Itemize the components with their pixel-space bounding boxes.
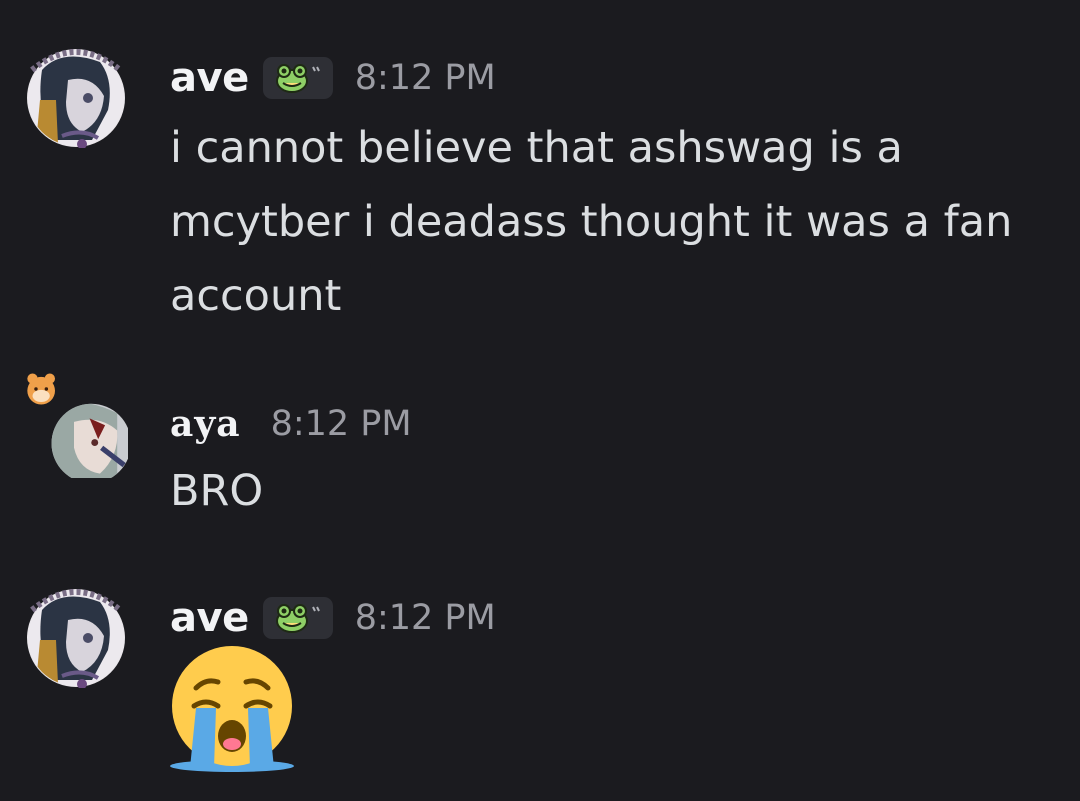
username[interactable]: ave bbox=[170, 55, 249, 101]
message-group: ave 8:12 PM i cannot believe that ashswa… bbox=[0, 0, 1080, 340]
avatar-ave[interactable] bbox=[22, 580, 130, 688]
message-group: aya 8:12 PM BRO bbox=[0, 340, 1080, 540]
frog-badge[interactable] bbox=[262, 597, 333, 639]
message-line: i cannot believe that ashswag is a bbox=[170, 123, 903, 173]
timestamp: 8:12 PM bbox=[354, 58, 496, 98]
message-line: account bbox=[170, 271, 342, 321]
avatar-ave[interactable] bbox=[22, 40, 130, 148]
message-content: BRO bbox=[170, 466, 264, 516]
message-header: aya 8:12 PM bbox=[170, 398, 412, 450]
message-content: i cannot believe that ashswag is a mcytb… bbox=[170, 111, 1060, 333]
message-header: ave 8:12 PM bbox=[170, 52, 496, 104]
message-header: ave 8:12 PM bbox=[170, 592, 496, 644]
frog-icon bbox=[275, 64, 320, 93]
frog-icon bbox=[275, 604, 320, 633]
timestamp: 8:12 PM bbox=[354, 598, 496, 638]
loudly-crying-face-icon[interactable] bbox=[166, 644, 298, 778]
username[interactable]: ave bbox=[170, 595, 249, 641]
message-group: ave 8:12 PM bbox=[0, 540, 1080, 801]
username[interactable]: aya bbox=[170, 403, 241, 445]
avatar-aya[interactable] bbox=[20, 370, 140, 495]
chat-log: ave 8:12 PM i cannot believe that ashswa… bbox=[0, 0, 1080, 801]
frog-badge[interactable] bbox=[262, 57, 333, 99]
message-line: mcytber i deadass thought it was a fan bbox=[170, 197, 1013, 247]
hamster-icon bbox=[27, 373, 55, 405]
timestamp: 8:12 PM bbox=[270, 404, 412, 444]
